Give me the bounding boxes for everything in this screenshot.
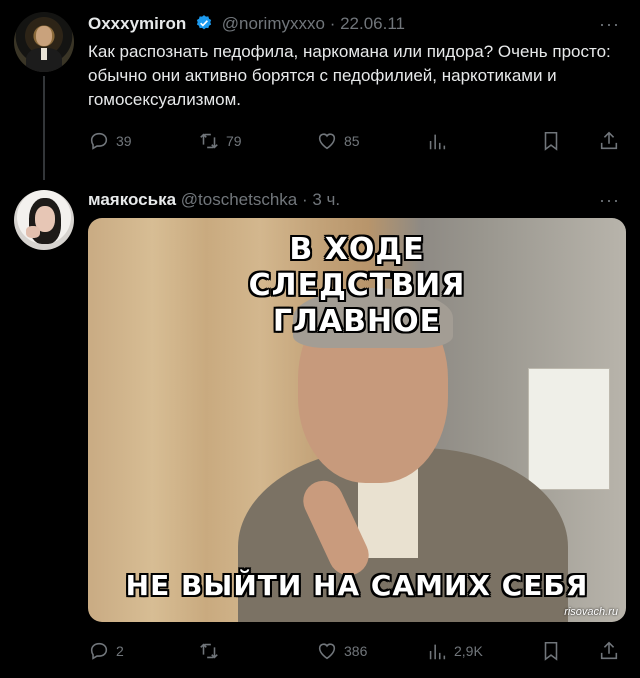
bookmark-icon <box>544 131 558 151</box>
reply-button[interactable]: 2 <box>88 640 124 662</box>
watermark: risovach.ru <box>564 606 618 618</box>
reply-count: 2 <box>116 643 124 659</box>
tweet-text: Как распознать педофила, наркомана или п… <box>88 42 611 109</box>
bookmark-icon <box>544 641 558 661</box>
views-icon <box>429 644 446 660</box>
like-icon <box>318 133 336 150</box>
tweet-date[interactable]: · 22.06.11 <box>330 14 405 33</box>
tweet-actions: 2 386 2,9K <box>88 640 623 664</box>
avatar[interactable] <box>14 190 74 250</box>
author-name[interactable]: маякоська <box>88 190 176 209</box>
tweet-actions: 39 79 85 <box>88 130 623 154</box>
share-button[interactable] <box>598 130 620 152</box>
share-icon <box>600 131 618 150</box>
views-count: 2,9K <box>454 643 483 659</box>
thread-line <box>43 76 45 180</box>
meme-caption-top: В ХОДЕ СЛЕДСТВИЯ ГЛАВНОЕ <box>248 232 466 339</box>
retweet-button[interactable] <box>198 640 226 662</box>
reply-button[interactable]: 39 <box>88 130 132 152</box>
like-count: 386 <box>344 643 368 659</box>
more-options-icon[interactable]: ··· <box>599 190 620 211</box>
verified-icon <box>195 14 213 37</box>
retweet-button[interactable]: 79 <box>198 130 242 152</box>
author-handle[interactable]: @toschetschka <box>181 190 297 209</box>
avatar[interactable] <box>14 12 74 72</box>
bookmark-button[interactable] <box>540 130 562 152</box>
tweet-header: маякоська @toschetschka · 3 ч. <box>88 190 340 210</box>
share-icon <box>600 641 618 660</box>
like-button[interactable]: 386 <box>316 640 367 662</box>
meme-image[interactable]: В ХОДЕ СЛЕДСТВИЯ ГЛАВНОЕ НЕ ВЫЙТИ НА САМ… <box>88 218 626 622</box>
reply-icon <box>90 132 108 150</box>
views-icon <box>429 134 446 150</box>
retweet-icon <box>200 643 218 659</box>
tweet-oxxxymiron[interactable]: Oxxxymiron @norimyxxxo · 22.06.11 ··· Ка… <box>0 0 640 180</box>
share-button[interactable] <box>598 640 620 662</box>
tweet-header: Oxxxymiron @norimyxxxo · 22.06.11 <box>88 14 405 37</box>
retweet-icon <box>200 133 218 149</box>
author-handle[interactable]: @norimyxxxo <box>222 14 325 33</box>
reply-icon <box>90 642 108 660</box>
reply-count: 39 <box>116 133 132 149</box>
like-icon <box>318 643 336 660</box>
tweet-date[interactable]: · 3 ч. <box>302 190 340 209</box>
bookmark-button[interactable] <box>540 640 562 662</box>
like-button[interactable]: 85 <box>316 130 360 152</box>
like-count: 85 <box>344 133 360 149</box>
meme-caption-bottom: НЕ ВЫЙТИ НА САМИХ СЕБЯ <box>125 569 589 602</box>
author-name[interactable]: Oxxxymiron <box>88 14 186 33</box>
retweet-count: 79 <box>226 133 242 149</box>
more-options-icon[interactable]: ··· <box>599 14 620 35</box>
views-button[interactable]: 2,9K <box>426 640 483 662</box>
views-button[interactable] <box>426 130 454 152</box>
